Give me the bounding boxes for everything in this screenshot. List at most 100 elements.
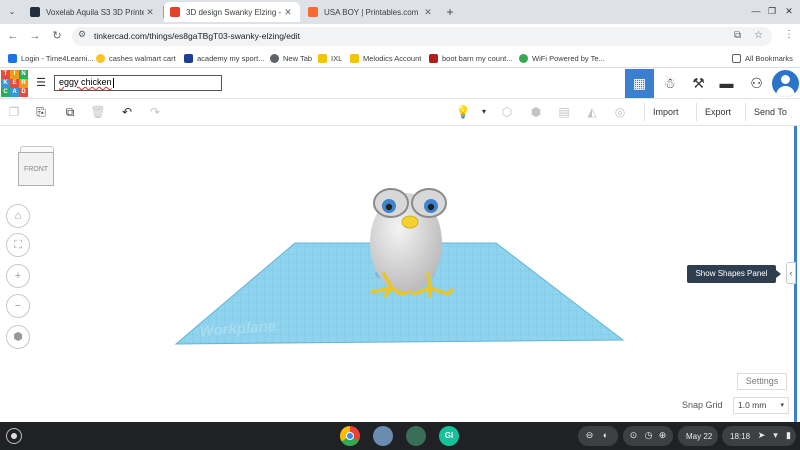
browser-menu-icon[interactable]: ⋮ (784, 29, 794, 40)
show-shapes-panel-tooltip: Show Shapes Panel (687, 265, 781, 283)
redo-icon[interactable]: ↷ (147, 104, 163, 120)
design-canvas[interactable]: Workplane FRONT ⌂ ⛶ + − ⬢ Show Shapes Pa… (0, 126, 800, 422)
address-bar[interactable]: ⚙ tinkercad.com/things/es8gaTBgT03-swank… (72, 27, 772, 46)
close-window-icon[interactable]: ✕ (782, 4, 796, 18)
wifi-signal-icon: ▾ (773, 430, 778, 440)
screen-capture-icon: ◐ (602, 430, 609, 440)
media-controls[interactable]: ⊙ ◷ ⊕ (623, 426, 673, 446)
bookmark-wifi[interactable]: WiFi Powered by Te... (519, 52, 605, 65)
bookmark-walmart[interactable]: cashes walmart cart (96, 52, 176, 65)
tab-tinkercad[interactable]: 3D design Swanky Elzing - Tinke ✕ (164, 2, 300, 22)
bookmark-label: IXL (331, 54, 343, 63)
bookmark-label: boot barn my count... (442, 54, 513, 63)
tinkercad-icon (170, 7, 180, 17)
site-info-icon[interactable]: ⚙ (78, 29, 86, 40)
tab-search-icon[interactable]: ⌄ (4, 4, 20, 20)
tab-voxelab[interactable]: Voxelab Aquila S3 3D Printer - ✕ (24, 2, 162, 22)
close-icon[interactable]: ✕ (422, 7, 434, 18)
cruise-icon[interactable]: ◎ (612, 104, 628, 120)
blocks-icon[interactable]: ☃ (655, 69, 684, 98)
design-list-icon[interactable]: ☰ (34, 77, 48, 89)
add-user-icon[interactable]: ⚇ (742, 69, 771, 98)
bookmark-time4learning[interactable]: Login - Time4Learni... (8, 52, 94, 65)
viewcube-front-face[interactable]: FRONT (18, 152, 54, 186)
grammarly-app-icon[interactable]: Gl (439, 426, 459, 446)
bookmark-star-icon[interactable]: ☆ (754, 30, 763, 41)
forward-icon[interactable]: → (28, 29, 42, 43)
group-icon[interactable]: ⬡ (499, 104, 515, 120)
tab-title: USA BOY | Printables.com (324, 7, 419, 17)
delete-icon[interactable]: 🗑 (90, 104, 106, 120)
tinkercad-header: T I N K E R C A D ☰ eggy chicken ▦ ☃ ⚒ ▬… (0, 69, 800, 99)
reload-icon[interactable]: ↻ (50, 29, 64, 43)
status-area[interactable]: 18:18 ➤ ▾ ▮ (722, 426, 796, 446)
bookmark-melodics[interactable]: Melodics Account (350, 52, 421, 65)
import-button[interactable]: Import (644, 103, 687, 121)
snap-grid-select[interactable]: 1.0 mm ▾ (733, 397, 789, 414)
3d-view-grid-icon[interactable]: ▦ (625, 69, 654, 98)
close-icon[interactable]: ✕ (282, 7, 294, 18)
logo-letter: E (10, 79, 19, 88)
show-shapes-panel-button[interactable]: ‹ (786, 262, 796, 284)
design-name-input[interactable]: eggy chicken (54, 75, 222, 91)
bookmark-new-tab[interactable]: New Tab (270, 52, 312, 65)
fit-view-icon[interactable]: ⛶ (6, 233, 30, 257)
restore-icon[interactable]: ❐ (765, 4, 779, 18)
date-pill[interactable]: May 22 (678, 426, 718, 446)
chrome-app-icon[interactable] (340, 426, 360, 446)
close-icon[interactable]: ✕ (144, 7, 156, 18)
logo-letter: K (1, 79, 10, 88)
stylus-tools[interactable]: ⊖ ◐ (578, 426, 618, 446)
printables-icon (308, 7, 318, 17)
tab-printables[interactable]: USA BOY | Printables.com ✕ (302, 2, 440, 22)
minimize-icon[interactable]: — (749, 4, 763, 18)
new-tab-button[interactable]: + (443, 4, 457, 20)
home-icon[interactable]: ⌂ (6, 204, 30, 228)
record-icon: ⊙ (629, 430, 638, 440)
perspective-icon[interactable]: ⬢ (6, 325, 30, 349)
grammarly-label-icon: Gl (444, 431, 454, 440)
bricks-icon[interactable]: ⚒ (684, 69, 713, 98)
settings-button[interactable]: Settings (737, 373, 787, 390)
bookmark-label: cashes walmart cart (109, 54, 176, 63)
logo-letter: R (19, 79, 28, 88)
send-to-button[interactable]: Send To (745, 103, 795, 121)
avatar-head (781, 75, 790, 84)
amazon-icon (30, 7, 40, 17)
game-app-icon[interactable] (373, 426, 393, 446)
mirror-icon[interactable]: ◭ (584, 104, 600, 120)
paste-icon[interactable]: ⎘ (33, 104, 49, 120)
system-shelf: Gl ⊖ ◐ ⊙ ◷ ⊕ May 22 18:18 ➤ ▾ ▮ (0, 422, 800, 450)
install-app-icon[interactable]: ⧉ (734, 30, 741, 41)
ungroup-icon[interactable]: ⬢ (528, 104, 544, 120)
launcher-icon[interactable] (6, 428, 22, 444)
battery-icon: ▮ (786, 430, 791, 440)
export-button[interactable]: Export (696, 103, 739, 121)
chrome-center-icon (346, 432, 354, 440)
tinkercad-logo[interactable]: T I N K E R C A D (1, 70, 28, 97)
copy-icon[interactable]: ❐ (6, 104, 22, 120)
back-icon[interactable]: ← (6, 29, 20, 43)
duplicate-icon[interactable]: ⧉ (62, 104, 78, 120)
tab-strip: ⌄ Voxelab Aquila S3 3D Printer - ✕ 3D de… (0, 0, 800, 24)
url-text[interactable]: tinkercad.com/things/es8gaTBgT03-swanky-… (94, 31, 300, 41)
avatar[interactable] (772, 70, 799, 97)
bookmark-bootbarn[interactable]: boot barn my count... (429, 52, 512, 65)
bookmark-academy[interactable]: academy my sport... (184, 52, 265, 65)
zoom-in-icon[interactable]: + (6, 264, 30, 288)
chevron-down-icon[interactable]: ▾ (476, 104, 492, 120)
bookmark-ixl[interactable]: IXL (318, 52, 342, 65)
zoom-out-icon[interactable]: − (6, 294, 30, 318)
sim-lab-icon[interactable]: ▬ (712, 69, 741, 98)
wifi-icon (519, 54, 528, 63)
folder-icon (732, 54, 741, 63)
avatar-body (776, 86, 795, 97)
viewcube[interactable]: FRONT (18, 146, 56, 188)
bookmarks-bar: Login - Time4Learni... cashes walmart ca… (0, 49, 800, 68)
light-bulb-icon[interactable]: 💡 (455, 104, 471, 120)
all-bookmarks[interactable]: All Bookmarks (732, 52, 793, 65)
bookmark-label: New Tab (283, 54, 313, 63)
minecraft-app-icon[interactable] (406, 426, 426, 446)
align-icon[interactable]: ▤ (556, 104, 572, 120)
undo-icon[interactable]: ↶ (119, 104, 135, 120)
